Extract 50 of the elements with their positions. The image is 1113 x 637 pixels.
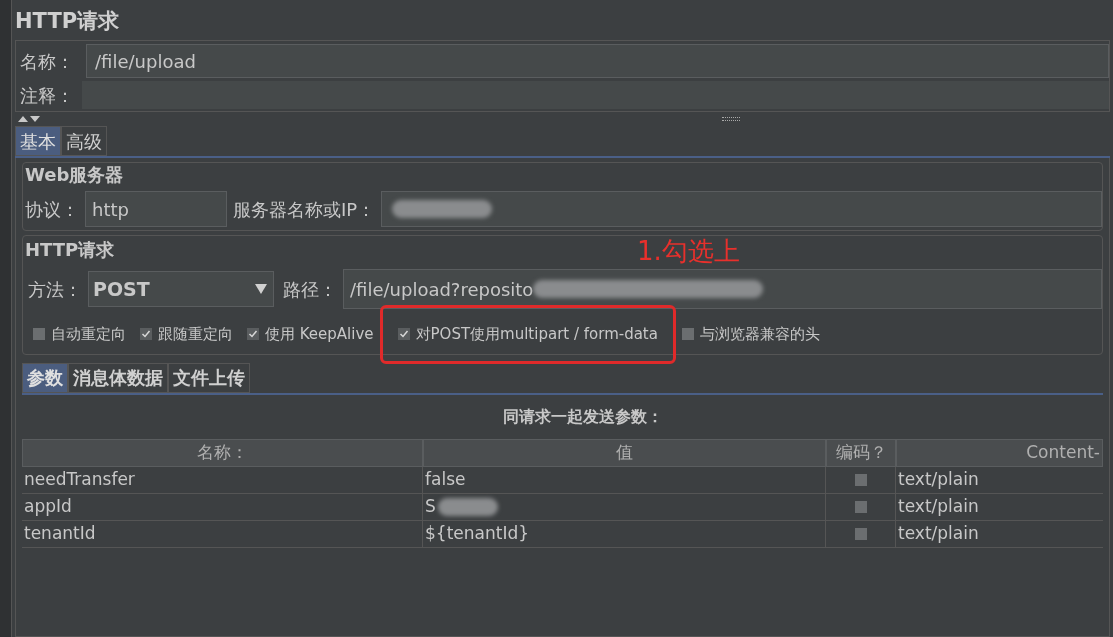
group-title: Web服务器 xyxy=(25,163,124,187)
annotation-text: 1.勾选上 xyxy=(637,236,740,266)
method-dropdown[interactable]: POST xyxy=(88,271,274,307)
name-field[interactable]: /file/upload xyxy=(86,44,1109,78)
field-label: 方法： xyxy=(28,277,82,302)
checkbox[interactable] xyxy=(854,500,867,513)
column-header[interactable]: 编码？ xyxy=(826,438,896,467)
checkbox[interactable] xyxy=(33,328,45,341)
path-text: /file/upload?reposito xyxy=(350,277,534,302)
checkbox[interactable] xyxy=(397,328,410,341)
table-cell: needTransfer xyxy=(22,466,423,493)
checkbox-label: 自动重定向 xyxy=(51,324,126,345)
checkbox-label: 与浏览器兼容的头 xyxy=(699,324,820,345)
field-label: 服务器名称或IP： xyxy=(233,197,376,222)
table-caption: 同请求一起发送参数： xyxy=(502,405,663,428)
path-field[interactable]: /file/upload?reposito xyxy=(343,269,1102,309)
table-cell: false xyxy=(423,466,826,493)
checkbox-label: 跟随重定向 xyxy=(158,324,233,345)
table-cell: ${tenantId} xyxy=(423,520,826,547)
field-label: 路径： xyxy=(283,277,337,302)
table-cell-text: text/plain xyxy=(897,521,980,545)
checkbox[interactable] xyxy=(140,328,152,341)
tab[interactable]: 消息体数据 xyxy=(68,362,168,393)
tab[interactable]: 基本 xyxy=(15,126,61,156)
tab[interactable]: 高级 xyxy=(61,126,107,156)
tab[interactable]: 文件上传 xyxy=(168,362,250,393)
group-title: HTTP请求 xyxy=(25,238,115,262)
checkbox[interactable] xyxy=(854,473,867,486)
field-label: 注释： xyxy=(20,83,75,108)
field-label: 协议： xyxy=(25,197,79,222)
protocol-field[interactable]: http xyxy=(85,191,227,227)
tab[interactable]: 参数 xyxy=(22,362,68,393)
splitter-arrows-icon[interactable] xyxy=(17,115,41,123)
field-label: 名称： xyxy=(20,49,75,74)
splitter-handle-icon[interactable] xyxy=(722,117,740,121)
column-header[interactable]: 值 xyxy=(423,438,826,467)
column-header[interactable]: Content- xyxy=(896,438,1103,467)
table-cell: appId xyxy=(22,493,423,520)
dropdown-caret-icon xyxy=(254,283,268,295)
table-cell: S xyxy=(423,493,826,520)
checkbox-label: 对POST使用multipart / form-data xyxy=(415,324,658,345)
checkbox[interactable] xyxy=(854,527,867,540)
panel-title: HTTP请求 xyxy=(15,8,120,35)
table-cell: tenantId xyxy=(22,520,423,547)
column-header[interactable]: 名称： xyxy=(22,438,423,467)
checkbox[interactable] xyxy=(681,328,694,341)
checkbox-label: 使用 KeepAlive xyxy=(265,324,374,345)
checkbox[interactable] xyxy=(247,328,259,341)
table-cell-text: text/plain xyxy=(897,494,980,518)
table-cell-text: text/plain xyxy=(897,467,980,491)
